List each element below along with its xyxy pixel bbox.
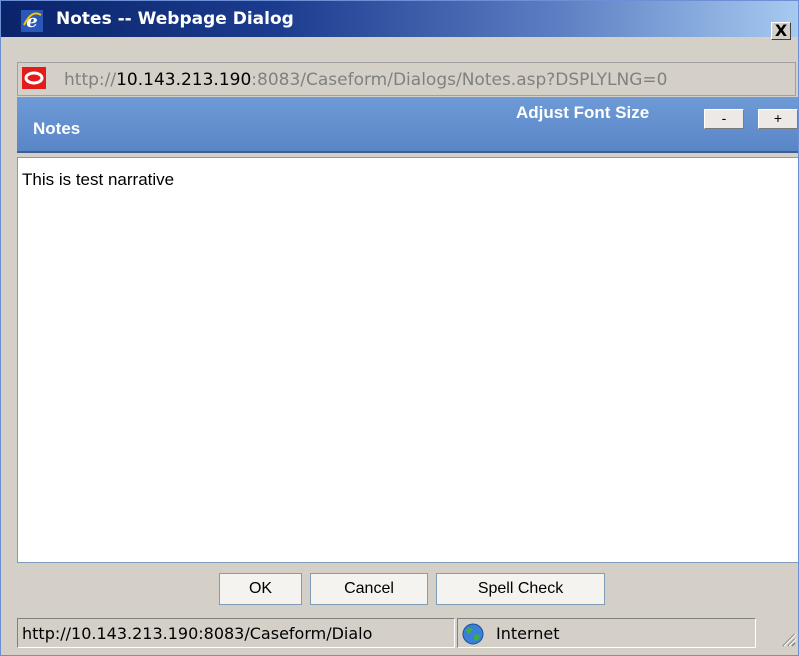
- status-bar: http://10.143.213.190:8083/Caseform/Dial…: [17, 615, 798, 653]
- address-host: 10.143.213.190: [116, 70, 252, 90]
- increase-font-button[interactable]: +: [758, 109, 798, 129]
- address-url: http://10.143.213.190:8083/Caseform/Dial…: [64, 70, 667, 90]
- status-url-pane: http://10.143.213.190:8083/Caseform/Dial…: [17, 618, 455, 648]
- title-bar[interactable]: e Notes -- Webpage Dialog X: [1, 1, 798, 40]
- close-button[interactable]: X: [771, 22, 791, 40]
- oracle-site-icon: [22, 67, 46, 89]
- notes-title: Notes: [33, 119, 81, 138]
- notes-header: Notes Adjust Font Size - +: [17, 97, 798, 153]
- globe-icon: [462, 623, 484, 645]
- spell-check-button[interactable]: Spell Check: [436, 573, 605, 605]
- cancel-button[interactable]: Cancel: [310, 573, 428, 605]
- security-zone-pane: Internet: [457, 618, 756, 648]
- adjust-font-size-label: Adjust Font Size: [516, 103, 650, 122]
- address-rest: :8083/Caseform/Dialogs/Notes.asp?DSPLYLN…: [251, 70, 668, 90]
- dialog-window: e Notes -- Webpage Dialog X http://10.14…: [0, 0, 799, 656]
- security-zone-label: Internet: [496, 624, 560, 643]
- button-row: OK Cancel Spell Check: [17, 563, 798, 611]
- ie-icon: e: [21, 10, 43, 32]
- address-prefix: http://: [64, 70, 117, 90]
- ok-button[interactable]: OK: [219, 573, 302, 605]
- decrease-font-button[interactable]: -: [704, 109, 744, 129]
- resize-grip-icon[interactable]: [761, 618, 797, 648]
- status-url: http://10.143.213.190:8083/Caseform/Dial…: [22, 624, 373, 643]
- window-title: Notes -- Webpage Dialog: [56, 9, 294, 29]
- address-bar: http://10.143.213.190:8083/Caseform/Dial…: [17, 62, 796, 96]
- notes-textarea[interactable]: This is test narrative: [17, 157, 798, 563]
